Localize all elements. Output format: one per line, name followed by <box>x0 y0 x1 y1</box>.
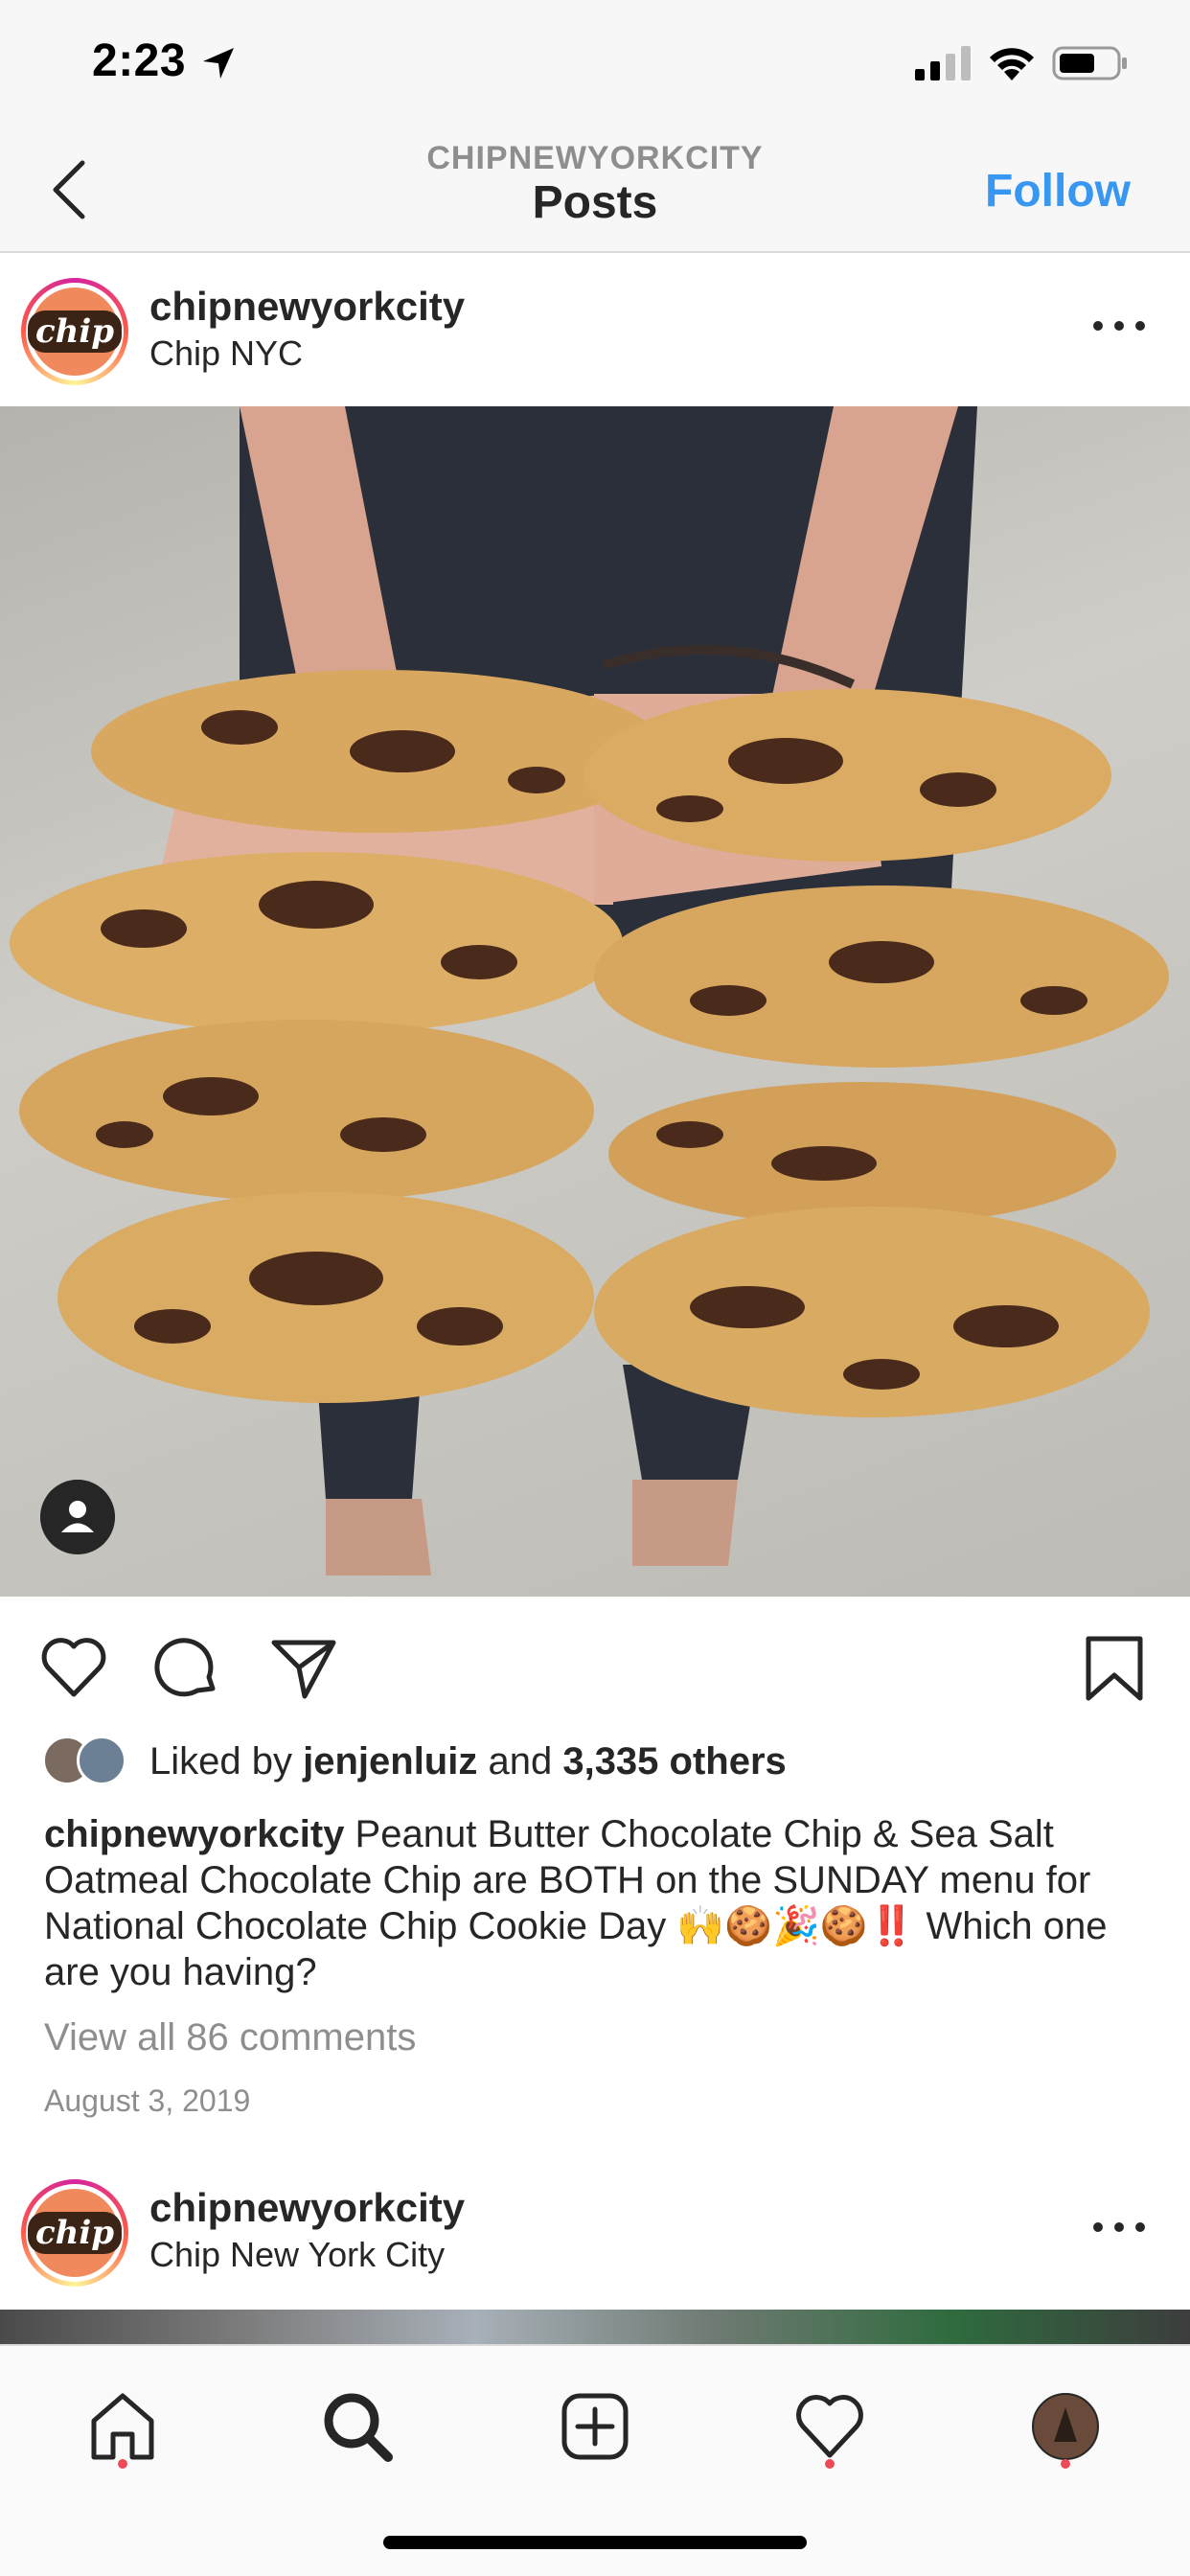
avatar[interactable]: chip <box>21 278 128 385</box>
more-options-icon[interactable] <box>1090 2218 1148 2237</box>
liker-avatars <box>42 1736 134 1787</box>
post-location[interactable]: Chip NYC <box>149 334 303 374</box>
likes-count[interactable]: 3,335 others <box>562 1740 786 1782</box>
likes-text: Liked by jenjenluiz and 3,335 others <box>149 1739 787 1782</box>
post-location[interactable]: Chip New York City <box>149 2235 445 2275</box>
next-post-image[interactable] <box>0 2310 1190 2348</box>
post-username[interactable]: chipnewyorkcity <box>149 2185 465 2231</box>
avatar[interactable]: chip <box>21 2179 128 2287</box>
cellular-signal-icon <box>915 46 971 80</box>
post-caption: chipnewyorkcity Peanut Butter Chocolate … <box>44 1811 1156 1995</box>
activity-heart-icon[interactable] <box>791 2388 868 2465</box>
next-post-header: chip chipnewyorkcity Chip New York City <box>0 2156 1190 2310</box>
post-date: August 3, 2019 <box>44 2083 251 2118</box>
liker-username[interactable]: jenjenluiz <box>303 1740 477 1782</box>
bookmark-icon[interactable] <box>1079 1633 1150 1704</box>
wifi-icon <box>990 48 1034 80</box>
activity-notification-dot <box>825 2459 835 2469</box>
caption-username[interactable]: chipnewyorkcity <box>44 1813 344 1855</box>
post-actions <box>0 1597 1190 1731</box>
profile-notification-dot <box>1061 2459 1070 2469</box>
follow-button[interactable]: Follow <box>985 165 1131 218</box>
share-icon[interactable] <box>268 1633 339 1704</box>
avatar-logo-text: chip <box>27 2212 123 2254</box>
status-bar: 2:23 <box>0 0 1190 126</box>
comment-icon[interactable] <box>153 1633 224 1704</box>
home-icon[interactable] <box>84 2388 161 2465</box>
avatar-logo-text: chip <box>27 310 123 353</box>
home-indicator <box>383 2536 807 2549</box>
post-image[interactable] <box>0 406 1190 1597</box>
cookies-photo <box>10 406 1169 1576</box>
view-comments-link[interactable]: View all 86 comments <box>44 2016 416 2059</box>
location-arrow-icon <box>203 48 234 79</box>
more-options-icon[interactable] <box>1090 316 1148 335</box>
battery-icon <box>1052 46 1127 80</box>
search-icon[interactable] <box>319 2388 396 2465</box>
add-post-icon[interactable] <box>557 2388 633 2465</box>
posts-header: CHIPNEWYORKCITY Posts Follow <box>0 126 1190 253</box>
likes-row[interactable]: Liked by jenjenluiz and 3,335 others <box>42 1733 787 1790</box>
tagged-people-icon[interactable] <box>40 1480 115 1554</box>
profile-avatar-icon[interactable] <box>1027 2388 1104 2465</box>
heart-icon[interactable] <box>38 1633 109 1704</box>
home-notification-dot <box>118 2459 127 2469</box>
post-username[interactable]: chipnewyorkcity <box>149 284 465 330</box>
status-time: 2:23 <box>92 35 187 86</box>
post-header: chip chipnewyorkcity Chip NYC <box>0 255 1190 408</box>
